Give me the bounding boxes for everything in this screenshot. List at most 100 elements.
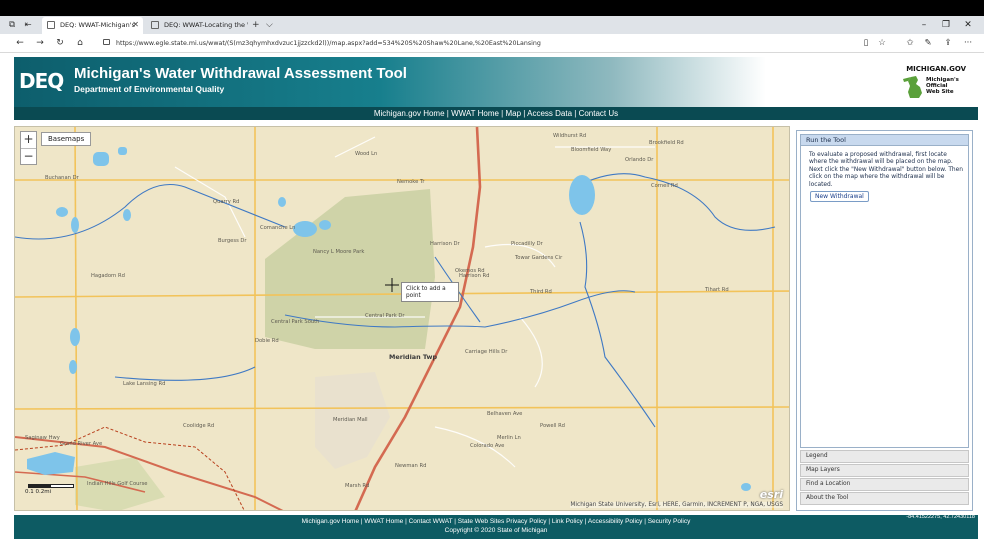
footer-links[interactable]: Michigan.gov Home | WWAT Home | Contact …: [14, 518, 978, 525]
map-label: Quarry Rd: [213, 199, 239, 205]
tab-label: DEQ: WWAT-Locating the W: [164, 21, 248, 29]
home-icon[interactable]: ⌂: [72, 34, 88, 53]
restore-button[interactable]: ❐: [934, 16, 958, 34]
favorites-bar-icon[interactable]: ✩: [902, 34, 918, 53]
map-label: Marsh Rd: [345, 483, 369, 489]
map-label: Okemos Rd: [455, 268, 485, 274]
basemap-canvas[interactable]: Wildhurst Rd Bloomfield Way Brookfield R…: [15, 127, 790, 511]
pond: [118, 147, 127, 155]
main-nav: Michigan.gov Home | WWAT Home | Map | Ac…: [14, 107, 978, 120]
accordion-find-location[interactable]: Find a Location: [800, 478, 969, 491]
set-aside-tabs-icon[interactable]: ⇤: [20, 16, 36, 35]
reading-view-icon[interactable]: ▯: [858, 34, 874, 53]
nav-contact-us[interactable]: Contact Us: [579, 109, 619, 118]
pond: [69, 360, 77, 374]
map-label: Wildhurst Rd: [553, 133, 586, 139]
migov-line: Web Site: [926, 89, 954, 95]
map-label: Coolidge Rd: [183, 423, 214, 429]
map-label: Saginaw Hwy: [25, 435, 60, 441]
map-label: Hagadorn Rd: [91, 273, 125, 279]
page-favicon-icon: [47, 21, 55, 29]
migov-title: MICHIGAN.GOV: [906, 65, 966, 73]
nav-michigan-gov-home[interactable]: Michigan.gov Home: [374, 109, 445, 118]
site-title: Michigan's Water Withdrawal Assessment T…: [74, 65, 407, 82]
map-label: Central Park Dr: [365, 313, 405, 319]
map-label: Lake Lansing Rd: [123, 381, 165, 387]
share-icon[interactable]: ⇪: [940, 34, 956, 53]
basemaps-button[interactable]: Basemaps: [41, 132, 92, 146]
lake: [569, 175, 595, 215]
run-tool-header[interactable]: Run the Tool: [800, 134, 969, 146]
map-label: Nancy L Moore Park: [313, 249, 364, 255]
map-label: Newman Rd: [395, 463, 426, 469]
zoom-in-button[interactable]: +: [21, 132, 36, 148]
minimize-button[interactable]: –: [912, 16, 936, 34]
tab-wwat-main[interactable]: DEQ: WWAT-Michigan's ✕: [42, 17, 143, 34]
accordion-about-tool[interactable]: About the Tool: [800, 492, 969, 505]
map-label: Tihart Rd: [704, 287, 729, 293]
nav-wwat-home[interactable]: WWAT Home: [451, 109, 499, 118]
pond: [741, 483, 751, 491]
map-label: Colorado Ave: [470, 443, 504, 449]
map-label: Bloomfield Way: [571, 147, 611, 153]
map-view[interactable]: Wildhurst Rd Bloomfield Way Brookfield R…: [14, 126, 790, 511]
lake: [27, 452, 75, 475]
close-window-button[interactable]: ✕: [956, 16, 980, 34]
tab-wwat-locating[interactable]: DEQ: WWAT-Locating the W: [146, 17, 248, 34]
more-menu-icon[interactable]: ···: [960, 34, 976, 53]
favorite-star-icon[interactable]: ☆: [874, 34, 890, 53]
site-banner: DEQ Michigan's Water Withdrawal Assessme…: [14, 57, 978, 107]
map-label: Harrison Dr: [430, 241, 461, 247]
zoom-control: + −: [20, 131, 37, 165]
run-tool-body: To evaluate a proposed withdrawal, first…: [800, 146, 969, 448]
tab-label: DEQ: WWAT-Michigan's: [60, 21, 135, 29]
nav-access-data[interactable]: Access Data: [527, 109, 572, 118]
michigan-state-icon: [903, 76, 922, 98]
pond: [278, 197, 286, 207]
deq-logo[interactable]: DEQ: [19, 69, 64, 93]
river: [15, 183, 286, 240]
scale-bar-graphic: [28, 484, 74, 488]
pond: [70, 328, 80, 346]
instructions-text: To evaluate a proposed withdrawal, first…: [809, 152, 964, 188]
tooltip-line: point: [406, 293, 421, 299]
tab-close-icon[interactable]: ✕: [132, 17, 139, 33]
map-label: Merlin Ln: [497, 435, 521, 441]
site-footer: -84.41522275, 42.72430118 Michigan.gov H…: [14, 514, 978, 539]
minor-road: [519, 316, 543, 388]
map-label: Burgess Dr: [218, 238, 247, 244]
map-label: Indian Hills Golf Course: [87, 481, 147, 487]
tooltip-line: Click to add a: [406, 286, 446, 292]
map-label: Third Rd: [529, 289, 552, 295]
zoom-out-button[interactable]: −: [21, 149, 36, 165]
back-arrow-icon[interactable]: ←: [12, 34, 28, 53]
map-label: Nemoke Tr: [397, 179, 425, 185]
web-page: DEQ Michigan's Water Withdrawal Assessme…: [0, 53, 984, 539]
pond: [71, 217, 79, 233]
map-label: Powell Rd: [540, 423, 565, 429]
map-tooltip: Click to add a point: [401, 282, 459, 302]
new-tab-button[interactable]: +: [252, 16, 260, 34]
refresh-icon[interactable]: ↻: [52, 34, 68, 53]
pond: [123, 209, 131, 221]
new-withdrawal-button[interactable]: New Withdrawal: [810, 191, 869, 202]
notes-pen-icon[interactable]: ✎: [920, 34, 936, 53]
forward-arrow-icon[interactable]: →: [32, 34, 48, 53]
map-label: Carriage Hills Dr: [465, 349, 508, 355]
map-label: Cornell Rd: [651, 183, 678, 189]
url-field[interactable]: https://www.egle.state.mi.us/wwat/(S(mz3…: [100, 36, 860, 51]
accordion-map-layers[interactable]: Map Layers: [800, 464, 969, 477]
map-attribution: Michigan State University, Esri, HERE, G…: [570, 502, 783, 508]
tab-list-chevron-icon[interactable]: ⌵: [266, 16, 273, 34]
nav-map[interactable]: Map: [505, 109, 521, 118]
michigan-gov-logo[interactable]: MICHIGAN.GOV Michigan's Official Web Sit…: [902, 65, 966, 101]
migov-caption: Michigan's Official Web Site: [926, 77, 959, 95]
map-label: Orlando Dr: [625, 157, 654, 163]
tab-bar: ⧉ ⇤ DEQ: WWAT-Michigan's ✕ DEQ: WWAT-Loc…: [0, 16, 984, 34]
site-subtitle: Department of Environmental Quality: [74, 84, 225, 94]
esri-logo: esri: [759, 488, 783, 501]
accordion-legend[interactable]: Legend: [800, 450, 969, 463]
map-label: Wood Ln: [355, 151, 377, 157]
tab-actions-icon[interactable]: ⧉: [4, 16, 20, 35]
road-line: [15, 406, 789, 410]
